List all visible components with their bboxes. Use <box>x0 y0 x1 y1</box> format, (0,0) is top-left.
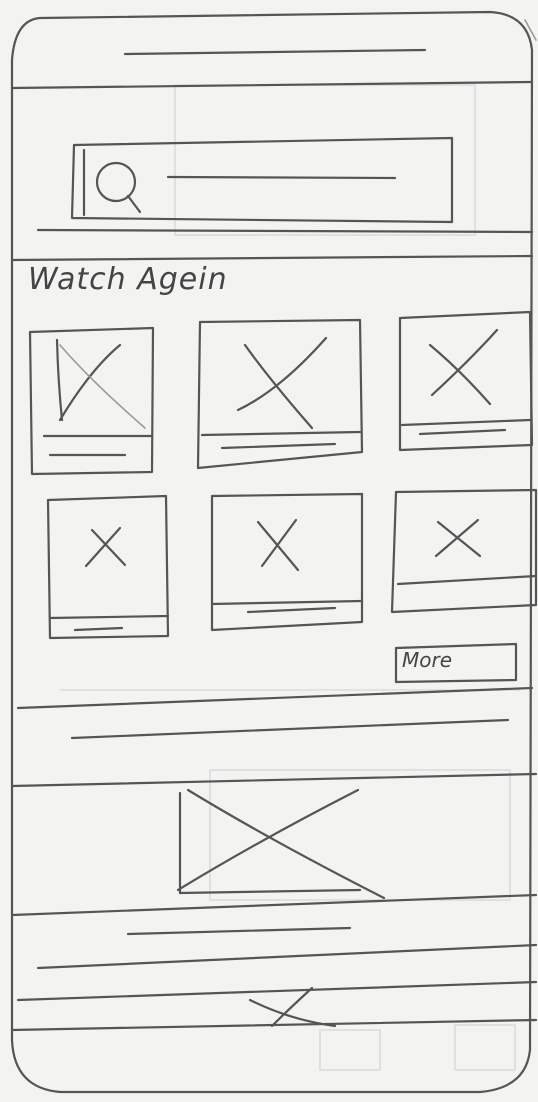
section-divider <box>16 980 538 1002</box>
bottom-image-placeholder[interactable] <box>248 986 337 1028</box>
section-divider <box>10 254 534 262</box>
more-button[interactable]: More <box>402 648 452 672</box>
banner-image[interactable] <box>176 788 386 900</box>
thumbnail-5[interactable] <box>210 492 364 632</box>
text-line <box>70 718 510 740</box>
wireframe-sketch: Watch Agein More <box>0 0 538 1102</box>
section-divider <box>36 943 538 970</box>
search-input[interactable] <box>72 140 452 220</box>
top-app-bar <box>10 48 534 90</box>
thumbnail-4[interactable] <box>46 494 170 640</box>
section-divider <box>10 772 538 788</box>
text-line <box>126 926 352 936</box>
thumbnail-6[interactable] <box>390 488 538 614</box>
section-divider <box>10 893 538 917</box>
thumbnail-2[interactable] <box>196 318 364 470</box>
thumbnail-1[interactable] <box>28 326 155 476</box>
thumbnail-3[interactable] <box>398 310 534 452</box>
section-title-watch-again: Watch Agein <box>28 262 228 297</box>
section-divider <box>16 686 534 710</box>
